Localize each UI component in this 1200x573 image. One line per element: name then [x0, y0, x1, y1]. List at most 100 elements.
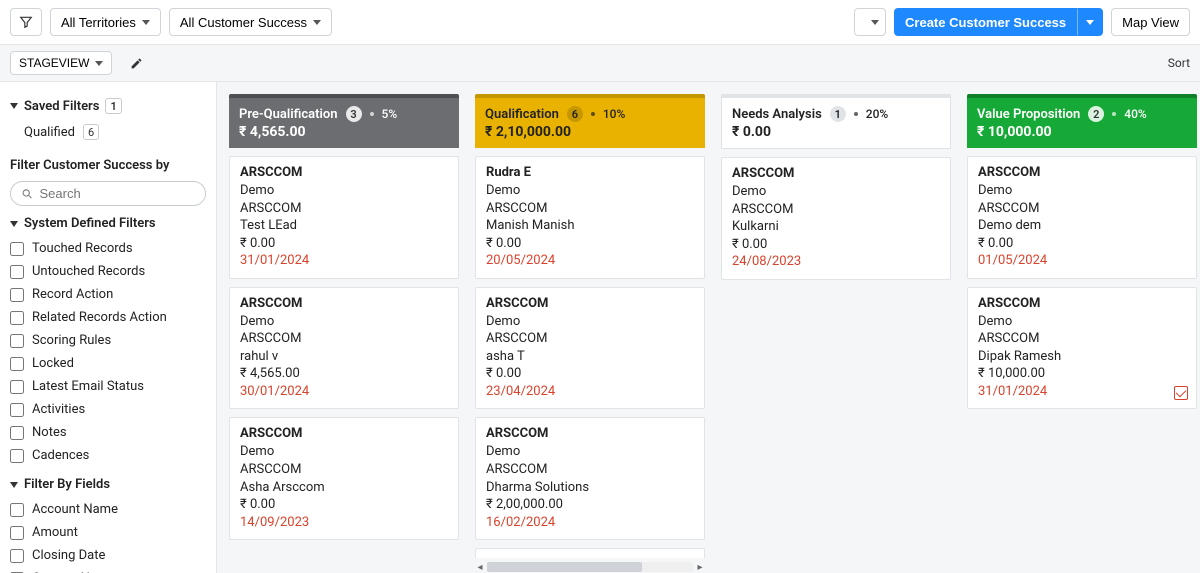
saved-filter-item[interactable]: Qualified 6	[10, 120, 206, 150]
horizontal-scrollbar[interactable]: ◂ ▸	[475, 562, 705, 573]
card-title: ARSCCOM	[240, 426, 448, 441]
card-title: ARSCCOM	[978, 165, 1186, 180]
module-dropdown[interactable]: All Customer Success	[169, 8, 332, 36]
column-body: ARSCCOM Demo ARSCCOM Test LEad ₹ 0.00 31…	[229, 148, 459, 540]
kanban-card[interactable]: ARSCCOM Demo ARSCCOM Test LEad ₹ 0.00 31…	[229, 156, 459, 279]
card-line: Manish Manish	[486, 217, 694, 235]
card-title: Rudra E	[486, 165, 694, 180]
create-button[interactable]: Create Customer Success	[894, 8, 1077, 36]
system-filter-item[interactable]: Related Records Action	[10, 306, 206, 329]
system-filter-item[interactable]: Activities	[10, 398, 206, 421]
filter-label: Related Records Action	[32, 310, 167, 325]
card-amount: ₹ 2,00,000.00	[486, 496, 694, 514]
field-filter-item[interactable]: Closing Date	[10, 544, 206, 567]
filter-search[interactable]	[10, 181, 206, 206]
saved-filters-header[interactable]: Saved Filters 1	[10, 98, 206, 114]
scroll-right-icon[interactable]: ▸	[695, 562, 705, 573]
edit-view-button[interactable]	[120, 51, 152, 75]
column-header[interactable]: Value Proposition 2 40% ₹ 10,000.00	[967, 94, 1197, 148]
territory-label: All Territories	[61, 15, 136, 30]
card-date: 30/01/2024	[240, 383, 448, 401]
field-filter-item[interactable]: Contact Name	[10, 567, 206, 573]
kanban-card[interactable]: ARSCCOM Demo ARSCCOM Dharma Solutions ₹ …	[475, 417, 705, 540]
filter-icon-button[interactable]	[10, 8, 42, 36]
filter-checkbox[interactable]	[10, 357, 24, 371]
kanban-card[interactable]: ARSCCOM Demo ARSCCOM Demo dem ₹ 0.00 01/…	[967, 156, 1197, 279]
filter-checkbox[interactable]	[10, 503, 24, 517]
system-filter-item[interactable]: Locked	[10, 352, 206, 375]
column-percent: 5%	[382, 107, 398, 121]
card-line: Dipak Ramesh	[978, 348, 1186, 366]
dot-icon	[1112, 112, 1116, 116]
view-bar: STAGEVIEW Sort	[0, 45, 1200, 82]
saved-filters-label: Saved Filters	[24, 99, 99, 114]
system-filter-item[interactable]: Scoring Rules	[10, 329, 206, 352]
create-dropdown-button[interactable]	[1077, 8, 1103, 36]
system-filter-item[interactable]: Latest Email Status	[10, 375, 206, 398]
card-line: Demo	[486, 443, 694, 461]
filter-checkbox[interactable]	[10, 288, 24, 302]
territory-dropdown[interactable]: All Territories	[50, 8, 161, 36]
card-date: 16/02/2024	[486, 514, 694, 532]
kanban-card[interactable]: ARSCCOM Demo ARSCCOM Asha Arsccom ₹ 0.00…	[229, 417, 459, 540]
field-filter-item[interactable]: Amount	[10, 521, 206, 544]
search-input[interactable]	[40, 186, 195, 201]
filter-checkbox[interactable]	[10, 265, 24, 279]
system-filters-label: System Defined Filters	[24, 216, 156, 231]
card-line: Demo	[486, 313, 694, 331]
filter-label: Cadences	[32, 448, 89, 463]
card-line: Demo	[240, 313, 448, 331]
scroll-left-icon[interactable]: ◂	[475, 562, 485, 573]
kanban-card[interactable]: ARSCCOM Demo ARSCCOM rahul v ₹ 4,565.00 …	[229, 287, 459, 410]
column-title: Qualification	[485, 107, 559, 122]
layout-toggle-button[interactable]	[854, 8, 886, 36]
filter-label: Amount	[32, 525, 78, 540]
system-filter-item[interactable]: Cadences	[10, 444, 206, 467]
column-title: Needs Analysis	[732, 107, 822, 122]
kanban-card[interactable]: ARSCCOM Demo ARSCCOM asha T ₹ 0.00 23/04…	[475, 287, 705, 410]
filter-label: Latest Email Status	[32, 379, 144, 394]
sort-button[interactable]: Sort	[1168, 56, 1190, 70]
chevron-down-icon	[10, 482, 18, 488]
column-header[interactable]: Qualification 6 10% ₹ 2,10,000.00	[475, 94, 705, 148]
system-filter-item[interactable]: Touched Records	[10, 237, 206, 260]
kanban-card[interactable]: ARSCCOM Demo ARSCCOM Sangamesh S ₹ 0.00	[475, 548, 705, 557]
scroll-thumb[interactable]	[487, 562, 642, 572]
filter-checkbox[interactable]	[10, 449, 24, 463]
kanban-card[interactable]: Rudra E Demo ARSCCOM Manish Manish ₹ 0.0…	[475, 156, 705, 279]
create-button-label: Create Customer Success	[905, 15, 1066, 30]
card-amount: ₹ 0.00	[486, 235, 694, 253]
card-title: ARSCCOM	[486, 426, 694, 441]
system-filter-item[interactable]: Untouched Records	[10, 260, 206, 283]
kanban-card[interactable]: ARSCCOM Demo ARSCCOM Kulkarni ₹ 0.00 24/…	[721, 157, 951, 280]
system-filter-item[interactable]: Record Action	[10, 283, 206, 306]
card-line: asha T	[486, 348, 694, 366]
scroll-track[interactable]	[487, 562, 693, 572]
top-bar: All Territories All Customer Success Cre…	[0, 0, 1200, 45]
filter-checkbox[interactable]	[10, 242, 24, 256]
column-count: 6	[567, 106, 583, 122]
column-count: 1	[830, 106, 846, 122]
column-percent: 40%	[1124, 107, 1146, 121]
filter-checkbox[interactable]	[10, 426, 24, 440]
field-filter-item[interactable]: Account Name	[10, 498, 206, 521]
filter-checkbox[interactable]	[10, 403, 24, 417]
filter-checkbox[interactable]	[10, 334, 24, 348]
column-header[interactable]: Pre-Qualification 3 5% ₹ 4,565.00	[229, 94, 459, 148]
filter-label: Notes	[32, 425, 67, 440]
stageview-label: STAGEVIEW	[19, 56, 89, 70]
kanban-card[interactable]: ARSCCOM Demo ARSCCOM Dipak Ramesh ₹ 10,0…	[967, 287, 1197, 410]
field-filters-header[interactable]: Filter By Fields	[10, 477, 206, 492]
filter-checkbox[interactable]	[10, 549, 24, 563]
filter-checkbox[interactable]	[10, 526, 24, 540]
map-view-button[interactable]: Map View	[1111, 8, 1190, 36]
kanban-column: Pre-Qualification 3 5% ₹ 4,565.00 ARSCCO…	[229, 94, 459, 573]
column-amount: ₹ 2,10,000.00	[485, 124, 695, 140]
column-body: ARSCCOM Demo ARSCCOM Demo dem ₹ 0.00 01/…	[967, 148, 1197, 409]
filter-checkbox[interactable]	[10, 380, 24, 394]
stageview-dropdown[interactable]: STAGEVIEW	[10, 51, 112, 75]
system-filters-header[interactable]: System Defined Filters	[10, 216, 206, 231]
column-header[interactable]: Needs Analysis 1 20% ₹ 0.00	[721, 94, 951, 149]
filter-checkbox[interactable]	[10, 311, 24, 325]
system-filter-item[interactable]: Notes	[10, 421, 206, 444]
